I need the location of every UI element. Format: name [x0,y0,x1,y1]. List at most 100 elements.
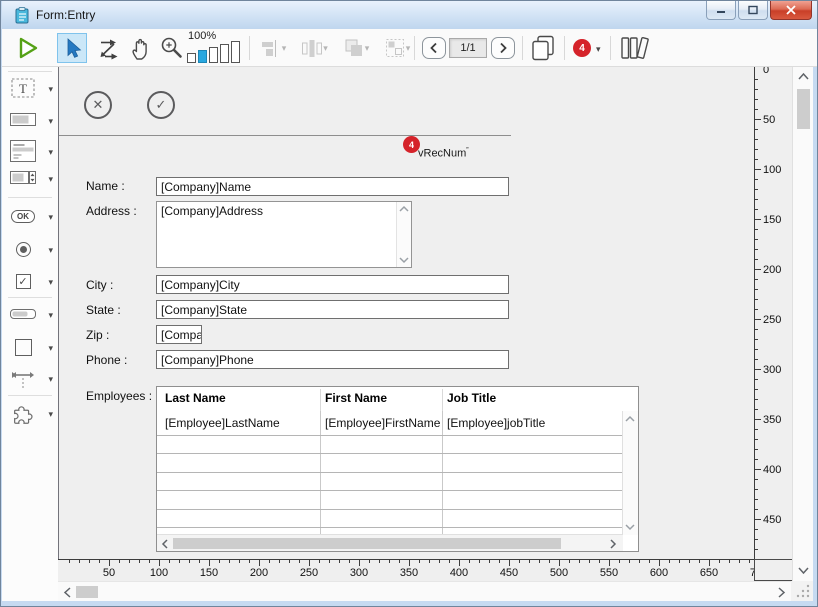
button-tool-icon: OK [6,201,40,231]
titlebar[interactable]: Form:Entry [2,1,818,29]
table-vertical-scrollbar[interactable] [622,411,638,535]
cell-jobtitle[interactable]: [Employee]jobTitle [447,416,545,430]
splitter-tool[interactable]: ▾ [2,363,58,393]
column-divider [320,411,321,535]
recnum-variable-label[interactable]: vRecNum” [418,147,469,160]
scroll-down-icon[interactable] [625,523,635,531]
cell-lastname[interactable]: [Employee]LastName [165,416,280,430]
checkbox-tool-caret-icon[interactable]: ▾ [48,277,53,288]
layers-icon [343,37,365,59]
scroll-right-icon[interactable] [609,539,617,549]
text-tool-caret-icon[interactable]: ▾ [48,84,53,95]
zoom-tool-button[interactable] [156,33,186,63]
button-tool-caret-icon[interactable]: ▾ [48,212,53,223]
run-form-button[interactable] [12,33,42,63]
rectangle-tool[interactable]: ▾ [2,332,58,362]
city-field[interactable]: [Company]City [156,275,509,294]
zoom-bar-4[interactable] [220,44,229,63]
toolbar-separator [564,36,565,60]
progress-tool[interactable]: ▾ [2,299,58,329]
button-tool[interactable]: OK ▾ [2,201,58,231]
phone-field[interactable]: [Company]Phone [156,350,509,369]
input-tool[interactable]: ▾ [2,105,58,135]
scroll-up-icon[interactable] [625,415,635,423]
accept-button-object[interactable]: ✓ [147,91,175,119]
cancel-button-object[interactable]: ✕ [84,91,112,119]
maximize-icon [747,5,759,15]
scroll-up-icon[interactable] [798,72,809,81]
zoom-bar-1[interactable] [187,53,196,63]
horizontal-scrollbar[interactable] [58,581,791,601]
page-indicator: 1/1 [449,38,487,58]
table-scrollbar-thumb[interactable] [173,538,561,549]
radio-tool[interactable]: ▾ [2,234,58,264]
horizontal-scrollbar-thumb[interactable] [76,586,98,598]
table-horizontal-scrollbar[interactable] [157,534,623,551]
pages-button[interactable] [528,33,558,63]
minimize-button[interactable] [706,1,736,20]
vertical-scrollbar-thumb[interactable] [797,89,810,129]
pointer-arrow-icon [61,37,83,59]
zoom-level-control[interactable]: 100% [186,30,242,66]
listbox-tool-caret-icon[interactable]: ▾ [48,147,53,158]
plugin-tool-caret-icon[interactable]: ▾ [48,409,53,420]
books-icon [619,35,651,61]
ruler-horizontal: 5010015020025030035040045050055060065070… [58,559,754,581]
puzzle-piece-icon [6,398,40,428]
resize-grip[interactable] [791,581,813,601]
scroll-down-icon[interactable] [798,566,809,575]
plugin-tool[interactable]: ▾ [2,398,58,428]
zoom-bar-3[interactable] [209,47,218,63]
listbox-tool[interactable]: ▾ [2,136,58,166]
library-button[interactable] [617,33,653,63]
maximize-button[interactable] [738,1,768,20]
phone-label: Phone : [86,353,127,367]
column-header-lastname[interactable]: Last Name [165,391,226,405]
position-icon [384,37,406,59]
entry-order-tool-button[interactable] [93,33,123,63]
next-page-button[interactable] [491,37,515,59]
scroll-right-icon[interactable] [777,587,786,598]
run-play-icon [14,35,40,61]
rectangle-tool-caret-icon[interactable]: ▾ [48,343,53,354]
column-header-firstname[interactable]: First Name [325,391,387,405]
state-label: State : [86,303,121,317]
text-tool[interactable]: T ▾ [2,73,58,103]
close-button[interactable] [770,1,812,20]
magnifier-plus-icon [158,35,184,61]
employees-table[interactable]: Last Name First Name Job Title [Employee… [156,386,639,552]
zoom-bar-2-selected[interactable] [198,50,207,63]
scroll-left-icon[interactable] [63,587,72,598]
form-window-icon [15,7,30,24]
progress-indicator-icon [6,299,40,329]
previous-page-button[interactable] [422,37,446,59]
scroll-up-icon[interactable] [399,205,409,213]
form-canvas[interactable]: ✕ ✓ 4 vRecNum” Name : [Company]Name Addr… [59,67,754,559]
stepper-tool[interactable]: ▾ [2,163,58,193]
splitter-tool-caret-icon[interactable]: ▾ [48,374,53,385]
vertical-scrollbar[interactable] [792,67,813,581]
stepper-tool-caret-icon[interactable]: ▾ [48,174,53,185]
scroll-down-icon[interactable] [399,256,409,264]
radio-button-icon [6,234,40,264]
input-tool-caret-icon[interactable]: ▾ [48,116,53,127]
state-field[interactable]: [Company]State [156,300,509,319]
checkbox-tool[interactable]: ✓ ▾ [2,266,58,296]
form-properties-caret-icon[interactable]: ▾ [596,44,601,55]
palette-separator [8,71,52,72]
zoom-bar-5[interactable] [231,41,240,63]
scroll-left-icon[interactable] [161,539,169,549]
form-properties-button[interactable]: 4 [573,39,591,57]
pages-icon [530,34,556,62]
radio-tool-caret-icon[interactable]: ▾ [48,245,53,256]
form-separator-line[interactable] [59,135,511,136]
column-header-jobtitle[interactable]: Job Title [447,391,496,405]
hand-tool-button[interactable] [125,33,155,63]
select-tool-button[interactable] [57,33,87,63]
address-scrollbar[interactable] [396,202,411,267]
progress-tool-caret-icon[interactable]: ▾ [48,310,53,321]
address-field[interactable]: [Company]Address [156,201,412,268]
zip-field[interactable]: [Company]Zip [156,325,202,344]
cell-firstname[interactable]: [Employee]FirstName [325,416,440,430]
name-field[interactable]: [Company]Name [156,177,509,196]
